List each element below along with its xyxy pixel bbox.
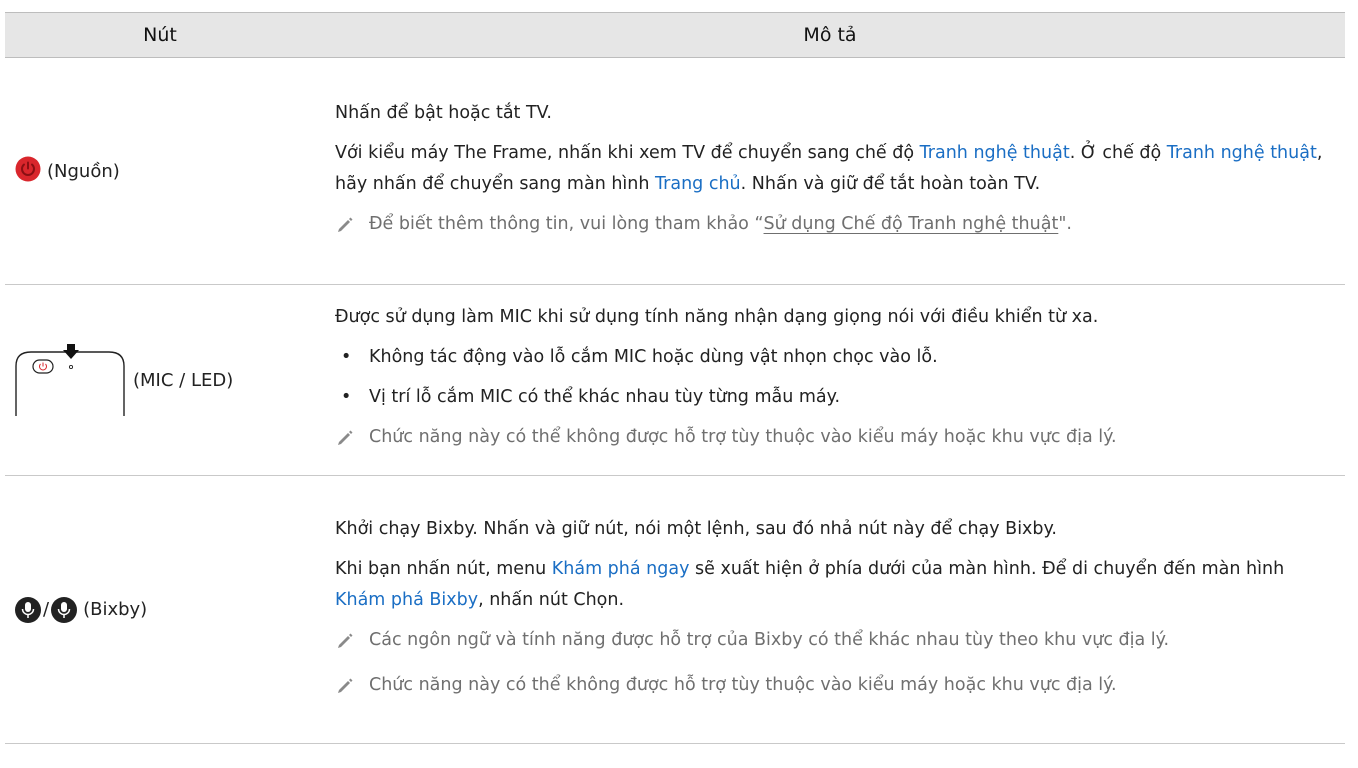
note: Các ngôn ngữ và tính năng được hỗ trợ củ… bbox=[335, 625, 1331, 661]
button-cell: (MIC / LED) bbox=[5, 284, 315, 476]
description-text: Khởi chạy Bixby. Nhấn và giữ nút, nói mộ… bbox=[335, 518, 1057, 539]
pencil-icon bbox=[335, 422, 359, 458]
power-icon bbox=[15, 156, 41, 187]
link-explore-now[interactable]: Khám phá ngay bbox=[552, 559, 690, 579]
separator: / bbox=[43, 599, 50, 620]
bullet-icon: • bbox=[341, 347, 352, 367]
note: Chức năng này có thể không được hỗ trợ t… bbox=[335, 422, 1331, 458]
bixby-mic-icon bbox=[15, 596, 41, 623]
description-text: Nhấn để bật hoặc tắt TV. bbox=[335, 102, 552, 123]
note: Để biết thêm thông tin, vui lòng tham kh… bbox=[335, 209, 1331, 245]
description-text: Được sử dụng làm MIC khi sử dụng tính nă… bbox=[335, 307, 1099, 327]
link-use-art-mode[interactable]: Sử dụng Chế độ Tranh nghệ thuật bbox=[764, 214, 1059, 234]
list-item: • Vị trí lỗ cắm MIC có thể khác nhau tùy … bbox=[335, 382, 1331, 413]
table-header-row: Nút Mô tả bbox=[5, 12, 1345, 58]
table-row: / (Bixby) Khởi chạy Bixby. Nhấn và giữ n… bbox=[5, 475, 1345, 744]
remote-mic-icon bbox=[15, 344, 125, 416]
button-label: (MIC / LED) bbox=[133, 369, 234, 391]
button-cell: / (Bixby) bbox=[5, 475, 315, 744]
note: Chức năng này có thể không được hỗ trợ t… bbox=[335, 670, 1331, 706]
table-row: (Nguồn) Nhấn để bật hoặc tắt TV. Với kiể… bbox=[5, 57, 1345, 285]
description-text: Khi bạn nhấn nút, menu Khám phá ngay sẽ … bbox=[335, 558, 1285, 610]
button-cell: (Nguồn) bbox=[5, 57, 315, 285]
list-item: • Không tác động vào lỗ cắm MIC hoặc dùng… bbox=[335, 342, 1331, 373]
note-text: Chức năng này có thể không được hỗ trợ t… bbox=[369, 427, 1117, 447]
note-text: Để biết thêm thông tin, vui lòng tham kh… bbox=[369, 213, 1072, 234]
button-label: (Bixby) bbox=[83, 599, 148, 620]
pencil-icon bbox=[335, 625, 359, 661]
bullet-icon: • bbox=[341, 387, 352, 407]
header-description: Mô tả bbox=[315, 12, 1345, 58]
pencil-icon bbox=[335, 670, 359, 706]
link-home[interactable]: Trang chủ bbox=[655, 174, 741, 194]
pencil-icon bbox=[335, 209, 359, 245]
description-cell: Khởi chạy Bixby. Nhấn và giữ nút, nói mộ… bbox=[315, 475, 1345, 744]
description-cell: Nhấn để bật hoặc tắt TV. Với kiểu máy Th… bbox=[315, 57, 1345, 285]
description-text: Với kiểu máy The Frame, nhấn khi xem TV … bbox=[335, 142, 1323, 194]
note-text: Chức năng này có thể không được hỗ trợ t… bbox=[369, 674, 1117, 695]
bixby-mic-icon bbox=[51, 596, 78, 623]
link-explore-bixby[interactable]: Khám phá Bixby bbox=[335, 590, 478, 610]
link-art-mode[interactable]: Tranh nghệ thuật bbox=[920, 143, 1070, 163]
link-art-mode[interactable]: Tranh nghệ thuật bbox=[1167, 143, 1317, 163]
remote-buttons-table: Nút Mô tả (Nguồn) Nhấn để bật hoặc tắt T… bbox=[5, 12, 1345, 744]
note-text: Các ngôn ngữ và tính năng được hỗ trợ củ… bbox=[369, 629, 1170, 650]
description-cell: Được sử dụng làm MIC khi sử dụng tính nă… bbox=[315, 284, 1345, 476]
button-label: (Nguồn) bbox=[47, 160, 120, 182]
table-row: (MIC / LED) Được sử dụng làm MIC khi sử … bbox=[5, 284, 1345, 476]
header-button: Nút bbox=[5, 12, 315, 58]
